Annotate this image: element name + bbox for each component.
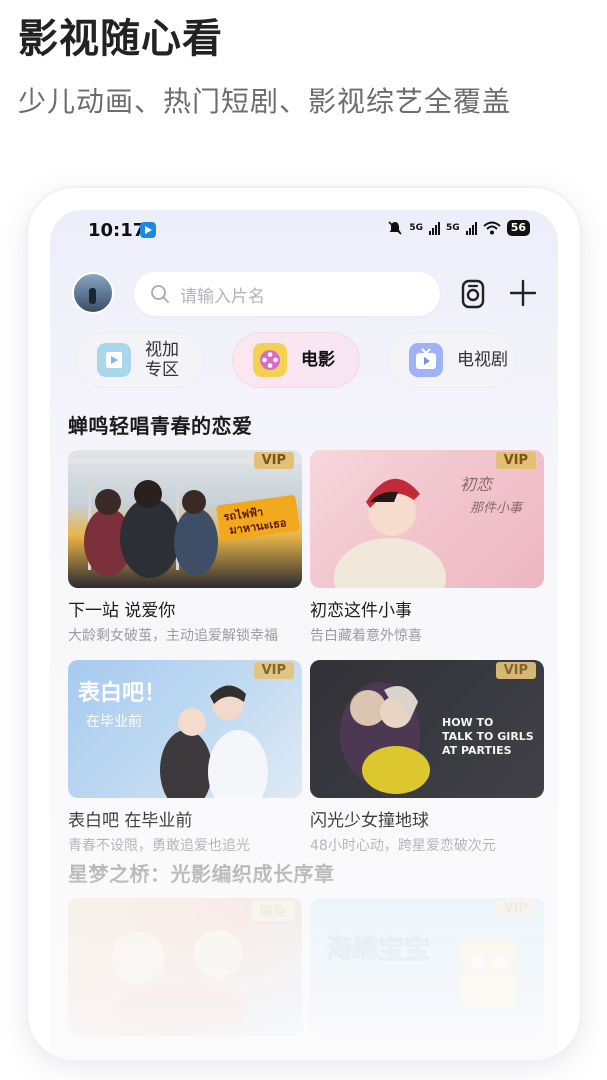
signal-icon-2 (465, 221, 477, 235)
signal-icon (429, 221, 441, 235)
vip-badge: VIP (253, 452, 294, 469)
svg-text:表白吧！: 表白吧！ (78, 680, 166, 706)
vip-badge: VIP (495, 452, 536, 469)
media-card[interactable]: 限免 (68, 898, 302, 1036)
add-icon[interactable] (508, 278, 538, 308)
film-reel-icon (253, 343, 287, 377)
card-title: 初恋这件小事 (310, 601, 412, 621)
media-card[interactable]: 初恋 那件小事 VIP 初恋这件小事 告白藏着意外惊喜 (310, 450, 544, 645)
poster-image: รถไฟฟ้า มาหานะเธอ VIP (68, 450, 302, 588)
free-badge: 限免 (251, 900, 294, 921)
section-title: 星梦之桥：光影编织成长序章 (68, 862, 335, 886)
svg-text:那件小事: 那件小事 (470, 501, 524, 516)
svg-text:海绵宝宝: 海绵宝宝 (326, 934, 430, 965)
card-description: 48小时心动，跨星爱恋破次元 (310, 838, 496, 854)
mute-bell-icon (388, 221, 402, 235)
poster-image: HOW TO TALK TO GIRLS AT PARTIES VIP (310, 660, 544, 798)
card-title: 表白吧 在毕业前 (68, 811, 193, 831)
avatar[interactable] (72, 272, 114, 314)
subheadline: 少儿动画、热门短剧、影视综艺全覆盖 (18, 85, 512, 118)
chip-more[interactable] (546, 332, 558, 388)
cast-device-icon[interactable] (460, 279, 486, 309)
battery-indicator: 56 (506, 220, 530, 236)
vip-badge: VIP (495, 900, 536, 917)
chip-label-line2: 专区 (145, 360, 179, 380)
media-card[interactable]: 海绵宝宝 VIP (310, 898, 544, 1036)
wifi-icon (483, 221, 501, 235)
media-card[interactable]: รถไฟฟ้า มาหานะเธอ VIP 下一站 说爱你 大龄剩女破茧，主动追… (68, 450, 302, 645)
status-time: 10:17 (88, 220, 146, 241)
search-placeholder: 请输入片名 (180, 286, 265, 307)
chip-tv-series[interactable]: 电视剧 (388, 332, 516, 388)
chip-label: 电影 (301, 350, 335, 370)
app-screen: 10:17 5G 5G 56 请输入片名 视加 专区 电影 电视剧 蝉鸣轻唱青春… (50, 210, 558, 1060)
poster-image: 海绵宝宝 VIP (310, 898, 544, 1036)
film-frame-icon (97, 343, 131, 377)
network-label-2: 5G (446, 223, 460, 233)
poster-image: 初恋 那件小事 VIP (310, 450, 544, 588)
card-title: 闪光少女撞地球 (310, 811, 429, 831)
network-label-1: 5G (409, 223, 424, 233)
card-description: 青春不设限，勇敢追爱也追光 (68, 838, 250, 854)
chip-label: 电视剧 (457, 350, 508, 370)
poster-image: 表白吧！ 在毕业前 VIP (68, 660, 302, 798)
vip-badge: VIP (253, 662, 294, 679)
app-notification-icon (140, 222, 156, 238)
search-input[interactable]: 请输入片名 (134, 272, 440, 316)
media-card[interactable]: HOW TO TALK TO GIRLS AT PARTIES VIP 闪光少女… (310, 660, 544, 855)
svg-text:初恋: 初恋 (460, 475, 494, 494)
chip-label-line1: 视加 (145, 340, 179, 360)
svg-text:在毕业前: 在毕业前 (86, 713, 142, 730)
phone-frame: 10:17 5G 5G 56 请输入片名 视加 专区 电影 电视剧 蝉鸣轻唱青春… (28, 188, 580, 1060)
status-bar: 10:17 5G 5G 56 (50, 210, 558, 250)
chip-vip-zone[interactable]: 视加 专区 (76, 332, 204, 388)
chip-label: 视加 专区 (145, 340, 179, 380)
vip-badge: VIP (495, 662, 536, 679)
svg-text:HOW TO: HOW TO (442, 716, 493, 729)
tv-play-icon (409, 343, 443, 377)
section-title: 蝉鸣轻唱青春的恋爱 (68, 414, 253, 438)
chip-movie[interactable]: 电影 (232, 332, 360, 388)
poster-image: 限免 (68, 898, 302, 1036)
status-indicators: 5G 5G 56 (387, 220, 530, 236)
headline: 影视随心看 (18, 16, 223, 62)
card-title: 下一站 说爱你 (68, 601, 176, 621)
media-card[interactable]: 表白吧！ 在毕业前 VIP 表白吧 在毕业前 青春不设限，勇敢追爱也追光 (68, 660, 302, 855)
card-description: 大龄剩女破茧，主动追爱解锁幸福 (68, 628, 278, 644)
card-description: 告白藏着意外惊喜 (310, 628, 422, 644)
svg-text:TALK TO GIRLS: TALK TO GIRLS (442, 730, 534, 743)
svg-text:AT PARTIES: AT PARTIES (442, 744, 512, 757)
search-icon (151, 285, 169, 303)
